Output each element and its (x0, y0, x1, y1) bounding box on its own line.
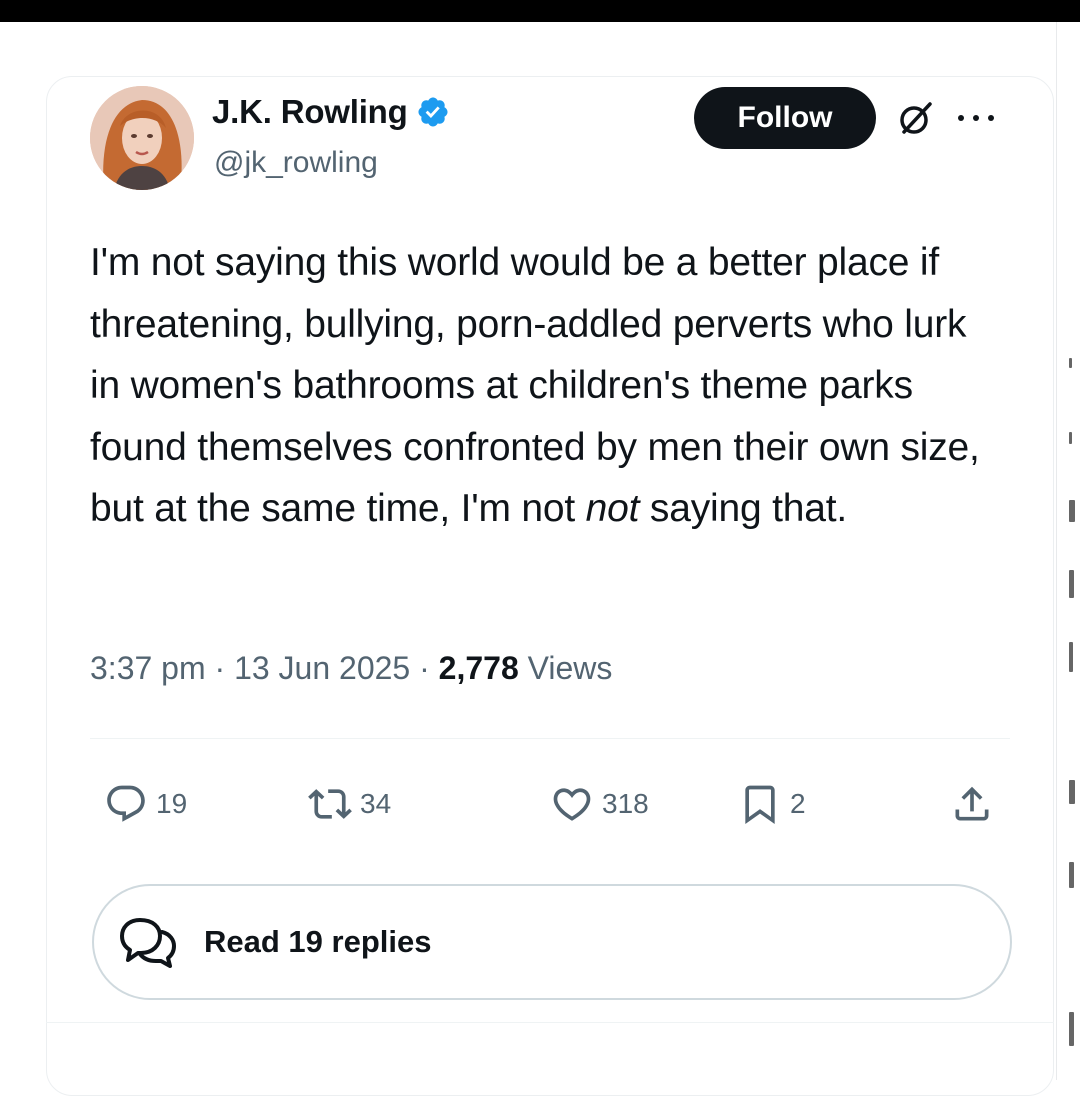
repost-button[interactable]: 34 (308, 780, 391, 828)
author-name[interactable]: J.K. Rowling (212, 92, 408, 132)
top-black-bar (0, 0, 1080, 22)
bookmark-icon (745, 785, 775, 825)
tweet-meta: 3:37 pm · 13 Jun 2025 · 2,778 Views (90, 646, 612, 690)
gutter-mark (1069, 642, 1073, 672)
meta-separator: · (410, 650, 439, 686)
read-replies-label: Read 19 replies (204, 924, 432, 959)
bookmark-button[interactable]: 2 (738, 780, 806, 828)
meta-separator: · (205, 650, 235, 686)
share-button[interactable] (950, 780, 994, 828)
more-dot (988, 115, 994, 121)
repost-count: 34 (360, 788, 392, 819)
read-replies-button[interactable]: Read 19 replies (92, 884, 1012, 1000)
tweet-text: I'm not saying this world would be a bet… (90, 232, 990, 540)
avatar-image (90, 86, 194, 190)
divider (90, 738, 1010, 739)
gutter-mark (1069, 862, 1074, 888)
right-edge-panel (1056, 22, 1080, 1080)
gutter-mark (1069, 500, 1075, 522)
share-icon (955, 786, 989, 821)
tweet-text-emphasis: not (585, 487, 640, 531)
more-dot (973, 115, 979, 121)
gutter-mark (1069, 432, 1072, 444)
tweet-text-end: saying that. (639, 487, 847, 531)
author-name-row[interactable]: J.K. Rowling (212, 92, 450, 132)
reply-count: 19 (156, 788, 188, 819)
reply-button[interactable]: 19 (104, 780, 187, 828)
gutter-mark (1069, 780, 1075, 804)
views-label: Views (518, 650, 613, 686)
heart-icon (553, 788, 591, 821)
views-count: 2,778 (438, 650, 519, 686)
grok-icon[interactable] (896, 98, 936, 138)
gutter-mark (1069, 358, 1072, 368)
speech-bubbles-icon (120, 918, 176, 968)
gutter-mark (1069, 1012, 1074, 1046)
verified-badge-icon (416, 95, 450, 129)
reply-icon (107, 785, 145, 822)
tweet-time[interactable]: 3:37 pm (90, 650, 206, 686)
more-dot (958, 115, 964, 121)
like-count: 318 (602, 788, 649, 819)
more-icon[interactable] (952, 98, 1000, 138)
like-button[interactable]: 318 (550, 780, 649, 828)
author-handle[interactable]: @jk_rowling (214, 143, 378, 183)
bookmark-count: 2 (790, 788, 806, 819)
tweet-date[interactable]: 13 Jun 2025 (234, 650, 410, 686)
repost-icon (308, 789, 352, 819)
bottom-divider (46, 1022, 1054, 1023)
gutter-mark (1069, 570, 1074, 598)
avatar[interactable] (90, 86, 194, 190)
follow-button[interactable]: Follow (694, 87, 876, 149)
